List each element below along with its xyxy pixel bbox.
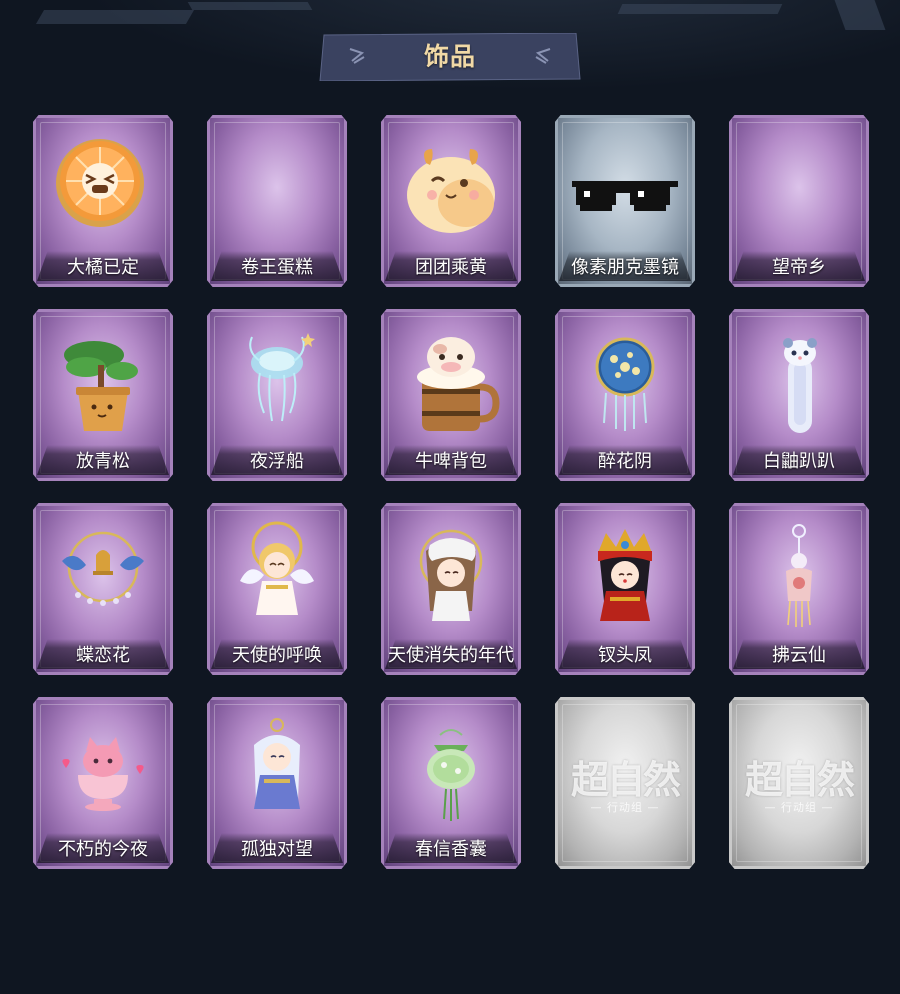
accessory-card[interactable]: 望帝乡	[729, 115, 869, 287]
accessory-card[interactable]: 蝶恋花	[33, 503, 173, 675]
item-name: 蝶恋花	[76, 645, 130, 666]
item-name: 大橘已定	[67, 257, 139, 278]
green-sachet-icon	[396, 715, 506, 825]
decor-shard	[617, 4, 783, 14]
item-name: 不朽的今夜	[58, 839, 148, 860]
pixel-sunglasses-icon	[570, 133, 680, 243]
accessory-card[interactable]: 天使消失的年代	[381, 503, 521, 675]
accessory-card[interactable]: 夜浮船	[207, 309, 347, 481]
jellyfish-icon	[222, 327, 332, 437]
item-name: 醉花阴	[598, 451, 652, 472]
pink-fox-teacup-icon	[48, 715, 158, 825]
accessory-card[interactable]: 白鼬趴趴	[729, 309, 869, 481]
accessory-card[interactable]: 孤独对望	[207, 697, 347, 869]
accessory-card[interactable]: 醉花阴	[555, 309, 695, 481]
phoenix-crown-doll-icon	[570, 521, 680, 631]
tassel-charm-icon	[744, 521, 854, 631]
placeholder-logo-subtext: — 行动组 —	[764, 801, 834, 814]
accessory-card[interactable]: 像素朋克墨镜	[555, 115, 695, 287]
accessory-card[interactable]: 钗头凤	[555, 503, 695, 675]
accessory-card[interactable]: 放青松	[33, 309, 173, 481]
accessory-card[interactable]: 大橘已定	[33, 115, 173, 287]
placeholder-card[interactable]: 超自然 — 行动组 —	[555, 697, 695, 869]
item-name: 天使的呼唤	[232, 645, 322, 666]
accessory-card[interactable]: 不朽的今夜	[33, 697, 173, 869]
accessory-card[interactable]: 卷王蛋糕	[207, 115, 347, 287]
potted-pine-icon	[48, 327, 158, 437]
accessory-card[interactable]: 春信香囊	[381, 697, 521, 869]
placeholder-card[interactable]: 超自然 — 行动组 —	[729, 697, 869, 869]
item-name: 钗头凤	[598, 645, 652, 666]
item-name: 春信香囊	[415, 839, 487, 860]
veiled-girl-icon	[396, 521, 506, 631]
floral-fan-icon	[570, 327, 680, 437]
orange-slice-icon	[48, 133, 158, 243]
placeholder-logo-text: 超自然	[570, 757, 681, 802]
item-name: 卷王蛋糕	[241, 257, 313, 278]
item-name: 团团乘黄	[415, 257, 487, 278]
accessory-card[interactable]: 天使的呼唤	[207, 503, 347, 675]
decor-shard	[35, 10, 195, 24]
angel-doll-icon	[222, 521, 332, 631]
item-name: 牛啤背包	[415, 451, 487, 472]
item-name: 白鼬趴趴	[763, 451, 835, 472]
item-name: 像素朋克墨镜	[571, 257, 679, 278]
item-name: 夜浮船	[250, 451, 304, 472]
item-name: 孤独对望	[241, 839, 313, 860]
placeholder-logo-subtext: — 行动组 —	[590, 801, 660, 814]
accessory-card[interactable]: 拂云仙	[729, 503, 869, 675]
placeholder-logo-text: 超自然	[744, 757, 855, 802]
butterfly-bell-icon	[48, 521, 158, 631]
item-name: 放青松	[76, 451, 130, 472]
decor-shard	[187, 2, 313, 10]
accessory-card[interactable]: 团团乘黄	[381, 115, 521, 287]
cow-beer-mug-icon	[396, 327, 506, 437]
item-name: 天使消失的年代	[388, 645, 514, 666]
item-name: 拂云仙	[772, 645, 826, 666]
white-hair-doll-icon	[222, 715, 332, 825]
accessory-card[interactable]: 牛啤背包	[381, 309, 521, 481]
section-header: 饰品	[318, 33, 582, 81]
section-title: 饰品	[423, 42, 476, 71]
item-name: 望帝乡	[772, 257, 826, 278]
round-creature-icon	[396, 133, 506, 243]
decor-shard	[834, 0, 886, 30]
white-ferret-icon	[744, 327, 854, 437]
